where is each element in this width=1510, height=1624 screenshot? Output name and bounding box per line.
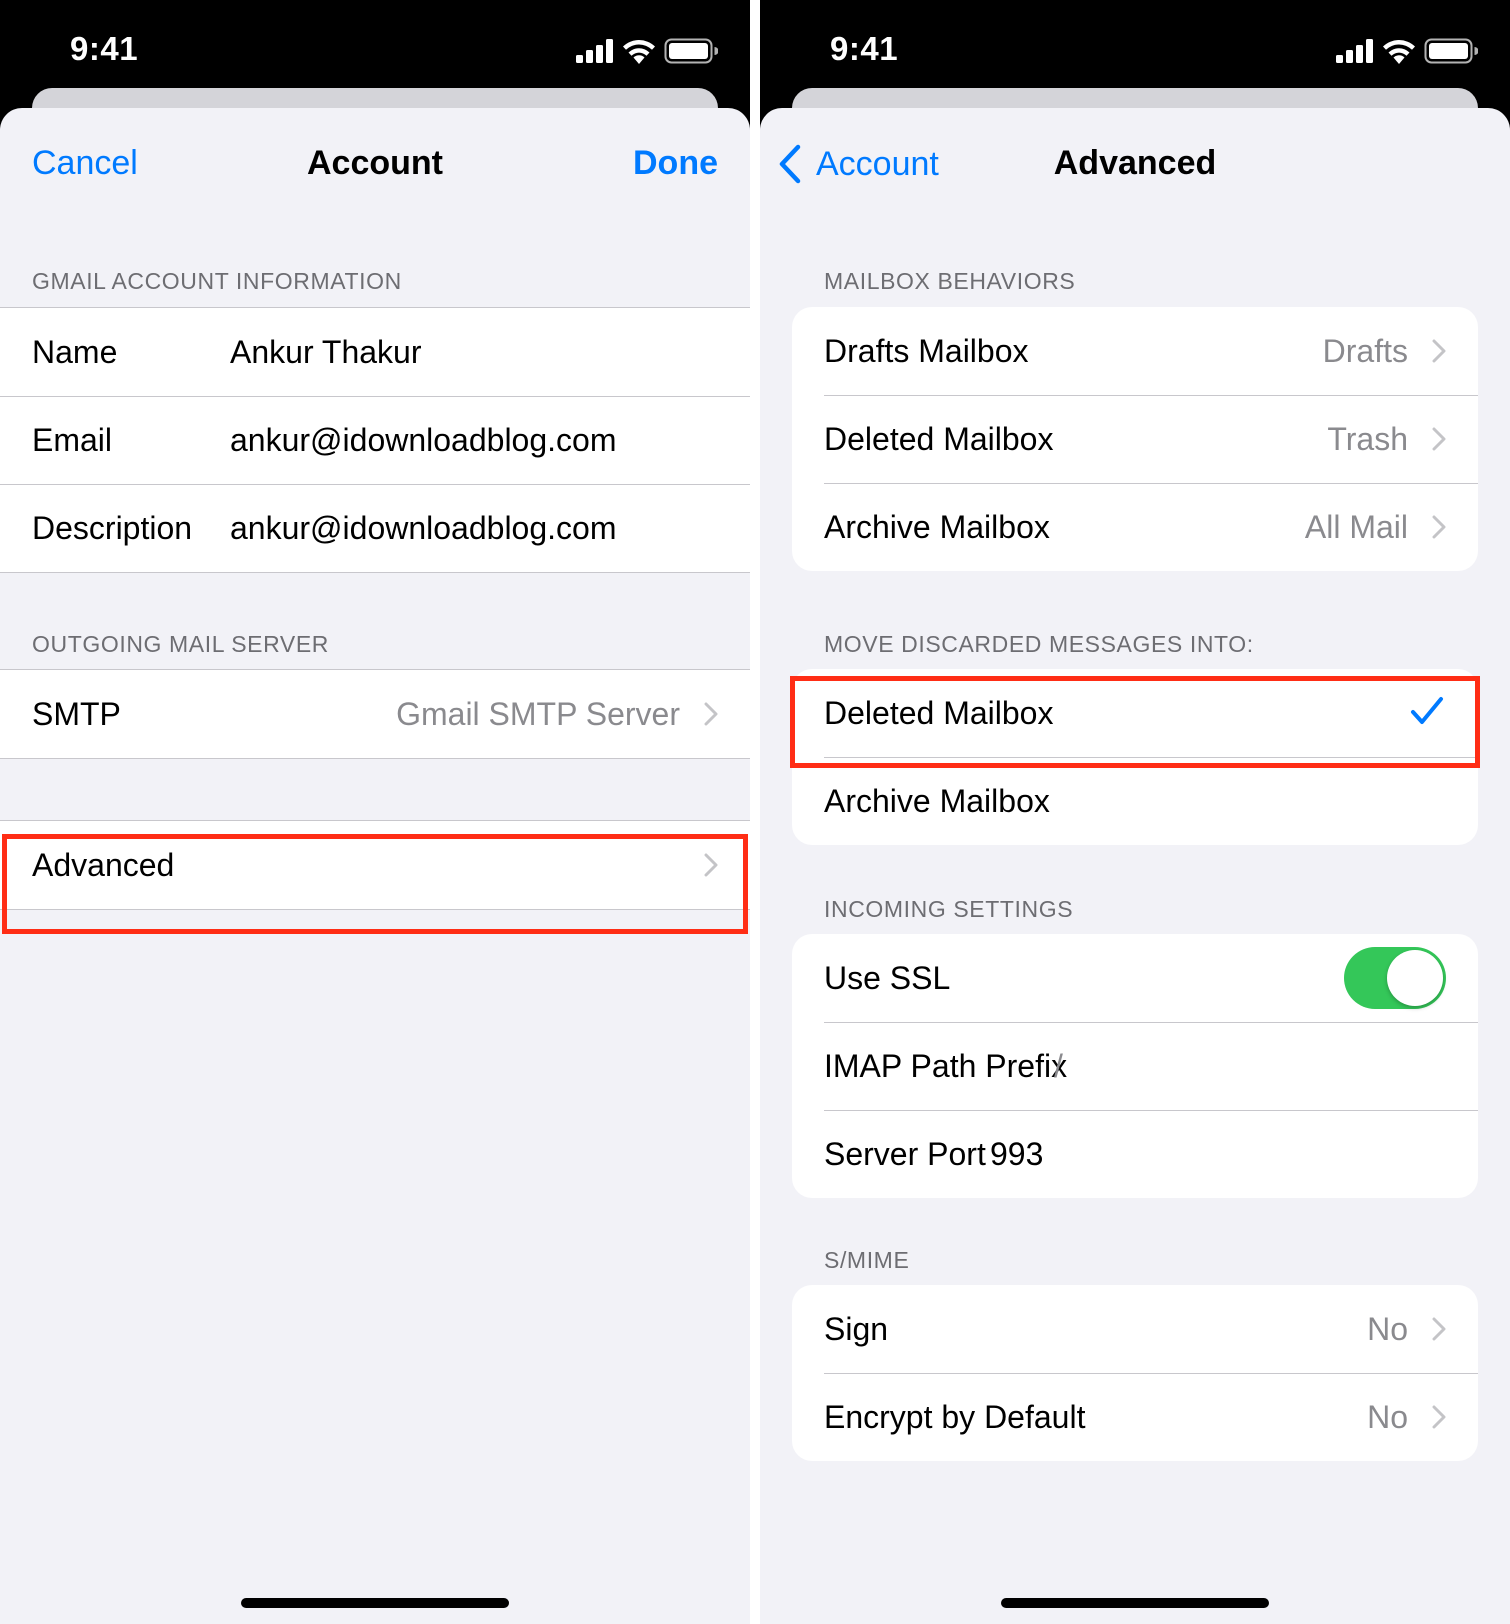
- archive-mailbox-row[interactable]: Archive Mailbox All Mail: [792, 483, 1478, 571]
- deleted-mailbox-label: Deleted Mailbox: [824, 420, 1054, 457]
- encrypt-by-default-value: No: [1367, 1398, 1408, 1435]
- toggle-knob: [1387, 950, 1443, 1006]
- status-bar: 9:41: [0, 0, 750, 88]
- status-time: 9:41: [830, 30, 899, 67]
- encrypt-by-default-label: Encrypt by Default: [824, 1398, 1086, 1435]
- imap-path-prefix-field[interactable]: /: [1054, 1048, 1063, 1085]
- status-icons: [1336, 36, 1478, 66]
- archive-mailbox-value: All Mail: [1304, 508, 1408, 545]
- drafts-mailbox-label: Drafts Mailbox: [824, 332, 1029, 369]
- imap-path-prefix-row[interactable]: IMAP Path Prefix /: [792, 1022, 1478, 1110]
- advanced-group: Advanced: [0, 820, 750, 910]
- description-row[interactable]: Description ankur@idownloadblog.com: [0, 484, 750, 572]
- archive-mailbox-label: Archive Mailbox: [824, 508, 1050, 545]
- name-row[interactable]: Name Ankur Thakur: [0, 308, 750, 396]
- section-header-incoming: INCOMING SETTINGS: [824, 896, 1074, 922]
- wifi-icon: [1383, 40, 1415, 64]
- drafts-mailbox-row[interactable]: Drafts Mailbox Drafts: [792, 307, 1478, 395]
- deleted-mailbox-row[interactable]: Deleted Mailbox Trash: [792, 395, 1478, 483]
- server-port-field[interactable]: 993: [990, 1136, 1043, 1173]
- smtp-value: Gmail SMTP Server: [396, 695, 680, 732]
- battery-icon: [664, 38, 718, 64]
- section-header-mailbox: MAILBOX BEHAVIORS: [824, 268, 1076, 294]
- incoming-settings-group: Use SSL IMAP Path Prefix / Server Port 9…: [792, 934, 1478, 1198]
- home-indicator: [241, 1598, 509, 1608]
- navigation-bar: Cancel Account Done: [0, 108, 750, 218]
- chevron-right-icon: [704, 853, 718, 877]
- sign-row[interactable]: Sign No: [792, 1285, 1478, 1373]
- advanced-row[interactable]: Advanced: [0, 821, 750, 909]
- encrypt-by-default-row[interactable]: Encrypt by Default No: [792, 1373, 1478, 1461]
- account-sheet: Cancel Account Done GMAIL ACCOUNT INFORM…: [0, 108, 750, 1624]
- advanced-label: Advanced: [32, 846, 175, 883]
- discard-deleted-mailbox-row[interactable]: Deleted Mailbox: [792, 669, 1478, 757]
- section-header-smime: S/MIME: [824, 1247, 910, 1273]
- mailbox-behaviors-group: Drafts Mailbox Drafts Deleted Mailbox Tr…: [792, 307, 1478, 571]
- chevron-right-icon: [704, 702, 718, 726]
- status-bar: 9:41: [760, 0, 1510, 88]
- chevron-right-icon: [1432, 1317, 1446, 1341]
- email-field[interactable]: ankur@idownloadblog.com: [230, 422, 616, 459]
- chevron-right-icon: [1432, 339, 1446, 363]
- server-port-label: Server Port: [824, 1135, 986, 1172]
- navigation-bar: Account Advanced: [760, 108, 1510, 218]
- description-field[interactable]: ankur@idownloadblog.com: [230, 510, 616, 547]
- email-row[interactable]: Email ankur@idownloadblog.com: [0, 396, 750, 484]
- battery-icon: [1424, 38, 1478, 64]
- status-icons: [576, 36, 718, 66]
- account-info-group: Name Ankur Thakur Email ankur@idownloadb…: [0, 307, 750, 573]
- section-header-account: GMAIL ACCOUNT INFORMATION: [32, 268, 402, 294]
- name-label: Name: [32, 333, 118, 370]
- use-ssl-toggle[interactable]: [1344, 947, 1446, 1009]
- server-port-row[interactable]: Server Port 993: [792, 1110, 1478, 1198]
- advanced-screen: 9:41 Account Advanced MAILBOX BEHAVIORS …: [760, 0, 1510, 1624]
- page-title: Advanced: [1053, 144, 1217, 182]
- drafts-mailbox-value: Drafts: [1322, 332, 1408, 369]
- cellular-signal-icon: [576, 39, 613, 63]
- discard-archive-mailbox-row[interactable]: Archive Mailbox: [792, 757, 1478, 845]
- chevron-right-icon: [1432, 427, 1446, 451]
- cellular-signal-icon: [1336, 39, 1373, 63]
- advanced-sheet: Account Advanced MAILBOX BEHAVIORS Draft…: [760, 108, 1510, 1624]
- status-time: 9:41: [70, 30, 139, 67]
- discard-destination-group: Deleted Mailbox Archive Mailbox: [792, 669, 1478, 845]
- email-label: Email: [32, 421, 113, 458]
- deleted-mailbox-value: Trash: [1327, 420, 1408, 457]
- section-header-discard: MOVE DISCARDED MESSAGES INTO:: [824, 631, 1254, 657]
- checkmark-icon: [1411, 697, 1443, 724]
- wifi-icon: [623, 40, 655, 64]
- home-indicator: [1001, 1598, 1269, 1608]
- chevron-right-icon: [1432, 515, 1446, 539]
- smime-group: Sign No Encrypt by Default No: [792, 1285, 1478, 1461]
- smtp-row[interactable]: SMTP Gmail SMTP Server: [0, 670, 750, 758]
- name-field[interactable]: Ankur Thakur: [230, 334, 422, 371]
- description-label: Description: [32, 509, 193, 546]
- outgoing-server-group: SMTP Gmail SMTP Server: [0, 669, 750, 759]
- section-header-outgoing: OUTGOING MAIL SERVER: [32, 631, 329, 657]
- use-ssl-row: Use SSL: [792, 934, 1478, 1022]
- imap-path-prefix-label: IMAP Path Prefix: [824, 1047, 1068, 1084]
- use-ssl-label: Use SSL: [824, 959, 951, 996]
- done-button[interactable]: Done: [633, 144, 718, 183]
- sign-label: Sign: [824, 1310, 889, 1347]
- discard-archive-mailbox-label: Archive Mailbox: [824, 782, 1050, 819]
- account-screen: 9:41 Cancel Account Done GMAIL ACCOUNT I…: [0, 0, 750, 1624]
- chevron-right-icon: [1432, 1405, 1446, 1429]
- smtp-label: SMTP: [32, 695, 121, 732]
- sign-value: No: [1367, 1310, 1408, 1347]
- discard-deleted-mailbox-label: Deleted Mailbox: [824, 694, 1054, 731]
